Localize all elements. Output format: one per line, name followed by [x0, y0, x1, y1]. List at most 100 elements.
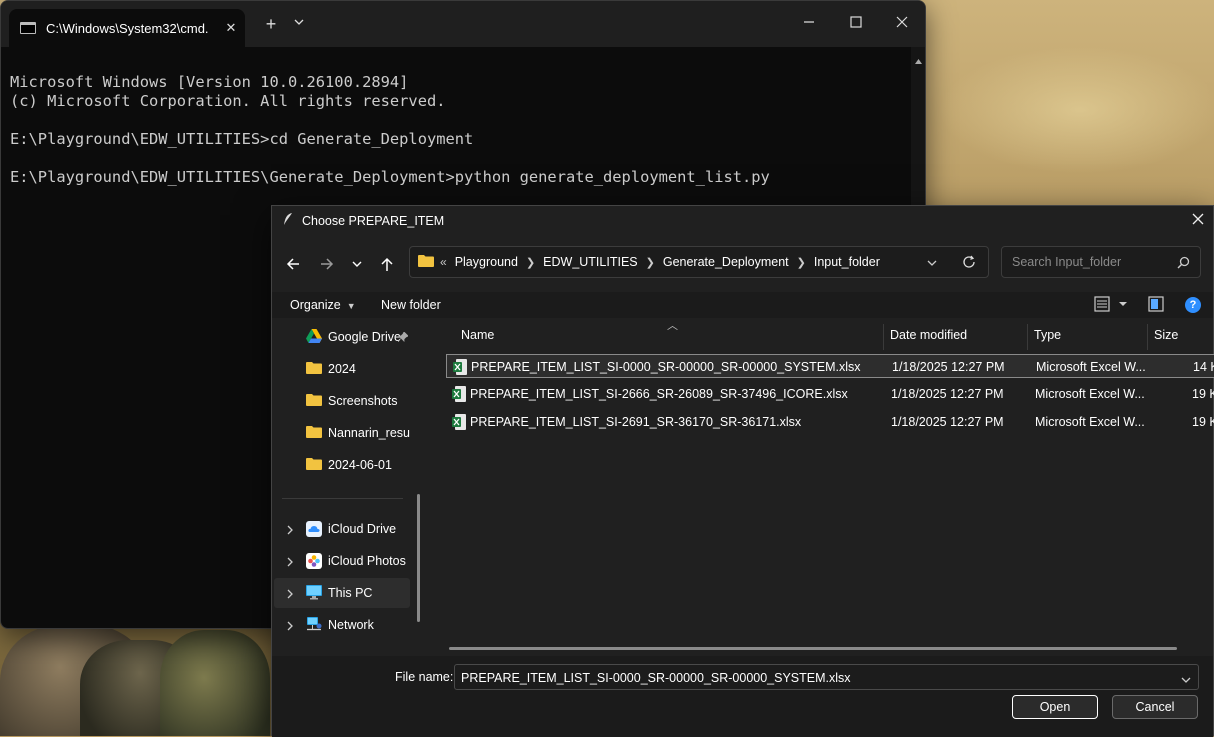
folder-icon — [306, 457, 322, 473]
nav-label: iCloud Photos — [328, 554, 406, 568]
close-icon[interactable] — [887, 11, 917, 35]
view-options-icon[interactable] — [1094, 296, 1132, 317]
folder-icon — [306, 393, 322, 409]
google-drive-icon — [306, 329, 322, 346]
minimize-icon[interactable] — [794, 11, 824, 35]
navigation-pane: Google Drive 2024 Screenshots Nannarin_r… — [272, 322, 422, 652]
nav-scrollbar[interactable] — [417, 494, 420, 622]
nav-divider — [282, 498, 403, 499]
file-list-horizontal-scrollbar[interactable] — [449, 647, 1177, 650]
nav-item-network[interactable]: Network — [274, 610, 410, 640]
column-separator[interactable] — [1027, 324, 1028, 350]
nav-label: iCloud Drive — [328, 522, 397, 536]
nav-label: Network — [328, 618, 374, 632]
search-input[interactable] — [1010, 254, 1174, 270]
breadcrumb-chevron-icon[interactable]: ❯ — [526, 256, 535, 269]
refresh-icon[interactable] — [962, 255, 976, 272]
tab-close-icon[interactable]: ✕ — [217, 20, 245, 36]
nav-item-google-drive[interactable]: Google Drive — [274, 322, 410, 352]
scroll-up-icon[interactable] — [915, 51, 922, 69]
nav-item-icloud-photos[interactable]: iCloud Photos — [274, 546, 410, 576]
folder-icon — [418, 254, 434, 270]
file-date: 1/18/2025 12:27 PM — [891, 415, 1004, 429]
dialog-title: Choose PREPARE_ITEM — [302, 214, 445, 228]
nav-label: 2024 — [328, 362, 356, 376]
preview-pane-icon[interactable] — [1148, 296, 1164, 317]
maximize-icon[interactable] — [841, 11, 871, 35]
expand-chevron-icon[interactable] — [286, 620, 294, 634]
address-dropdown-icon[interactable] — [926, 257, 938, 271]
file-size: 14 K — [1193, 360, 1214, 374]
organize-button[interactable]: Organize ▼ — [290, 298, 356, 312]
cancel-button[interactable]: Cancel — [1112, 695, 1198, 719]
forward-arrow-icon[interactable] — [317, 254, 337, 274]
file-name-input[interactable] — [459, 670, 1163, 686]
breadcrumb-playground[interactable]: Playground — [455, 255, 518, 269]
file-name-combobox[interactable] — [454, 664, 1199, 690]
file-name: PREPARE_ITEM_LIST_SI-2666_SR-26089_SR-37… — [470, 387, 848, 401]
help-icon[interactable]: ? — [1185, 297, 1201, 313]
file-list: ︿ Name Date modified Type Size PREPARE_I… — [432, 320, 1214, 652]
new-folder-button[interactable]: New folder — [381, 298, 441, 312]
file-date: 1/18/2025 12:27 PM — [891, 387, 1004, 401]
nav-label: This PC — [328, 586, 373, 600]
terminal-tab[interactable]: C:\Windows\System32\cmd. ✕ — [9, 9, 245, 47]
recent-locations-chevron-icon[interactable] — [347, 254, 367, 274]
file-row[interactable]: PREPARE_ITEM_LIST_SI-2666_SR-26089_SR-37… — [446, 382, 1214, 406]
address-bar[interactable]: « Playground ❯ EDW_UTILITIES ❯ Generate_… — [409, 246, 989, 278]
up-arrow-icon[interactable] — [377, 254, 397, 274]
terminal-titlebar: C:\Windows\System32\cmd. ✕ + — [1, 1, 925, 47]
nav-item-screenshots[interactable]: Screenshots — [274, 386, 410, 416]
expand-chevron-icon[interactable] — [286, 556, 294, 570]
file-name-dropdown-icon[interactable] — [1180, 672, 1192, 690]
terminal-tab-title: C:\Windows\System32\cmd. — [46, 20, 209, 36]
breadcrumb-edw-utilities[interactable]: EDW_UTILITIES — [543, 255, 637, 269]
file-type: Microsoft Excel W... — [1035, 415, 1145, 429]
breadcrumb-input-folder[interactable]: Input_folder — [814, 255, 880, 269]
organize-label: Organize — [290, 298, 341, 312]
nav-item-2024-06-01[interactable]: 2024-06-01 — [274, 450, 410, 480]
nav-item-nannarin-resum[interactable]: Nannarin_resum — [274, 418, 410, 448]
folder-icon — [306, 425, 322, 441]
file-row[interactable]: PREPARE_ITEM_LIST_SI-0000_SR-00000_SR-00… — [446, 354, 1214, 378]
breadcrumb-overflow[interactable]: « — [440, 255, 447, 269]
network-icon — [306, 617, 322, 635]
tab-dropdown-icon[interactable] — [293, 15, 305, 33]
file-row[interactable]: PREPARE_ITEM_LIST_SI-2691_SR-36170_SR-36… — [446, 410, 1214, 434]
nav-item-icloud-drive[interactable]: iCloud Drive — [274, 514, 410, 544]
new-tab-icon[interactable]: + — [261, 14, 281, 35]
wallpaper-rock — [160, 630, 270, 736]
open-button[interactable]: Open — [1012, 695, 1098, 719]
back-arrow-icon[interactable] — [283, 254, 303, 274]
search-icon[interactable] — [1177, 256, 1190, 274]
file-date: 1/18/2025 12:27 PM — [892, 360, 1005, 374]
search-box[interactable] — [1001, 246, 1201, 278]
cmd-icon — [20, 22, 36, 34]
nav-item-2024[interactable]: 2024 — [274, 354, 410, 384]
expand-chevron-icon[interactable] — [286, 524, 294, 538]
file-name-label: File name: — [395, 670, 454, 684]
nav-label: Google Drive — [328, 330, 401, 344]
dialog-close-icon[interactable] — [1191, 212, 1205, 231]
file-name: PREPARE_ITEM_LIST_SI-0000_SR-00000_SR-00… — [471, 360, 861, 374]
nav-item-this-pc[interactable]: This PC — [274, 578, 410, 608]
breadcrumb-generate-deployment[interactable]: Generate_Deployment — [663, 255, 789, 269]
dialog-titlebar: Choose PREPARE_ITEM — [272, 206, 1213, 236]
command-bar: Organize ▼ New folder ? — [272, 292, 1213, 318]
terminal-line: E:\Playground\EDW_UTILITIES\Generate_Dep… — [10, 168, 770, 186]
folder-icon — [306, 361, 322, 377]
column-separator[interactable] — [1147, 324, 1148, 350]
breadcrumb-chevron-icon[interactable]: ❯ — [646, 256, 655, 269]
dialog-footer: File name: Open Cancel — [272, 656, 1213, 737]
column-separator[interactable] — [883, 324, 884, 350]
file-type: Microsoft Excel W... — [1035, 387, 1145, 401]
breadcrumb-chevron-icon[interactable]: ❯ — [797, 256, 806, 269]
nav-label: Screenshots — [328, 394, 398, 408]
file-size: 19 K — [1192, 387, 1214, 401]
expand-chevron-icon[interactable] — [286, 588, 294, 602]
feather-icon — [282, 212, 294, 231]
terminal-line: E:\Playground\EDW_UTILITIES>cd Generate_… — [10, 130, 474, 148]
caret-down-icon: ▼ — [346, 301, 356, 311]
